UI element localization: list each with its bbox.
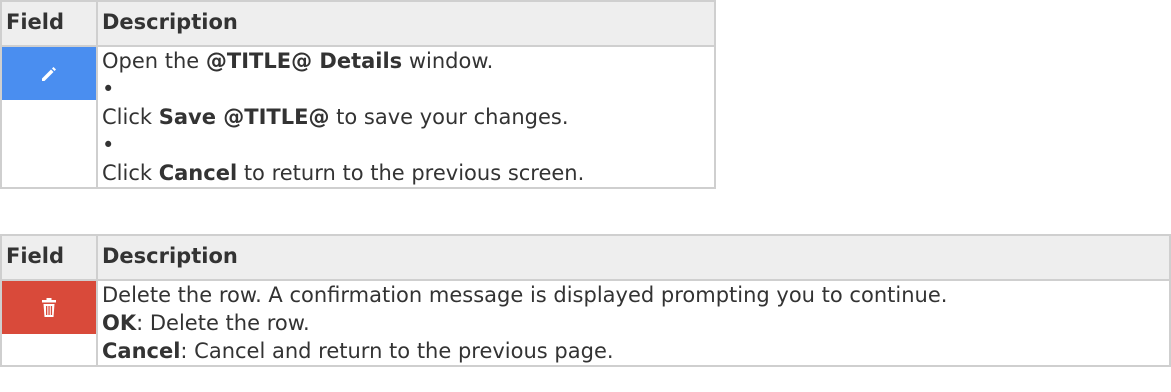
delete-button[interactable] — [2, 281, 96, 334]
pencil-icon — [42, 66, 56, 81]
bullet: • — [102, 133, 115, 157]
description-line: Cancel: Cancel and return to the previou… — [102, 339, 614, 363]
description-line: OK: Delete the row. — [102, 311, 310, 335]
edit-button[interactable] — [2, 47, 96, 100]
bullet: • — [102, 77, 115, 101]
table-header-row: Field Description — [0, 234, 1171, 281]
description-line: Click Cancel to return to the previous s… — [102, 161, 585, 185]
table-row: Delete the row. A confirmation message i… — [0, 279, 1171, 367]
description-line: Delete the row. A confirmation message i… — [102, 283, 948, 307]
header-description: Description — [96, 234, 1171, 281]
header-field: Field — [0, 0, 98, 47]
header-description: Description — [96, 0, 716, 47]
delete-field-table: Field Description Delete the row. A conf… — [0, 234, 1171, 367]
table-header-row: Field Description — [0, 0, 716, 47]
icon-cell — [0, 279, 98, 367]
icon-cell — [0, 45, 98, 189]
edit-field-table: Field Description Open the @TITLE@ Detai… — [0, 0, 716, 189]
table-row: Open the @TITLE@ Details window. • Click… — [0, 45, 716, 189]
description-line: Click Save @TITLE@ to save your changes. — [102, 105, 569, 129]
description-cell: Delete the row. A confirmation message i… — [96, 279, 1171, 367]
header-field: Field — [0, 234, 98, 281]
trash-icon — [42, 297, 56, 317]
description-cell: Open the @TITLE@ Details window. • Click… — [96, 45, 716, 189]
description-line: Open the @TITLE@ Details window. — [102, 49, 494, 73]
